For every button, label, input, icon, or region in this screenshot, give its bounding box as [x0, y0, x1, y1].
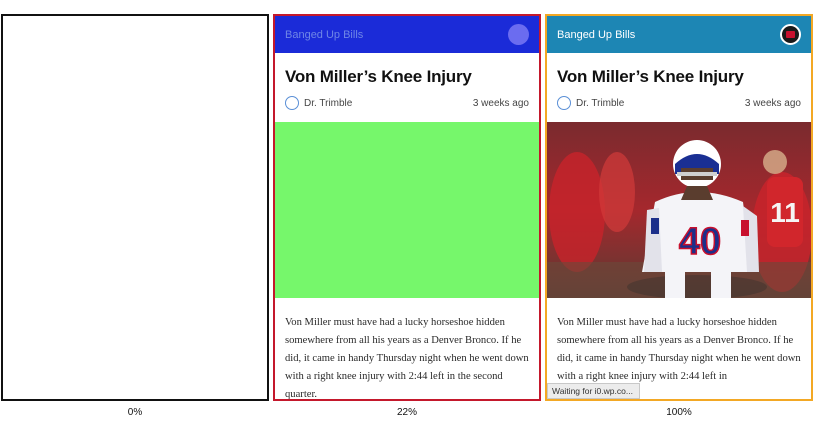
frame-22-percent: Banged Up Bills Von Miller’s Knee Injury…	[273, 14, 541, 401]
frame-0-caption: 0%	[127, 407, 143, 418]
site-name[interactable]: Banged Up Bills	[557, 29, 635, 41]
author-name: Dr. Trimble	[576, 97, 625, 109]
article-headline: Von Miller’s Knee Injury	[285, 67, 472, 86]
site-logo-icon[interactable]	[780, 24, 801, 45]
byline: Dr. Trimble 3 weeks ago	[285, 96, 529, 110]
publish-time: 3 weeks ago	[744, 97, 801, 109]
frame-0-percent	[1, 14, 269, 401]
frame-100-percent: Banged Up Bills Von Miller’s Knee Injury…	[545, 14, 813, 401]
article-body: Von Miller must have had a lucky horsesh…	[285, 317, 529, 400]
app-bar: Banged Up Bills	[275, 16, 539, 53]
frame-100-caption: 100%	[666, 407, 692, 418]
jersey-number: 40	[679, 221, 721, 263]
author[interactable]: Dr. Trimble	[557, 96, 624, 110]
football-player-photo: 11 40	[547, 122, 811, 298]
filmstrip: 0% Banged Up Bills Von Miller’s Knee Inj…	[0, 0, 833, 447]
loading-status-bar: Waiting for i0.wp.co...	[547, 383, 640, 399]
publish-time: 3 weeks ago	[472, 97, 529, 109]
byline: Dr. Trimble 3 weeks ago	[557, 96, 801, 110]
hero-image: 11 40	[547, 122, 811, 298]
svg-text:11: 11	[770, 197, 800, 228]
site-name[interactable]: Banged Up Bills	[285, 29, 363, 41]
frame-22-caption: 22%	[396, 407, 417, 418]
avatar-icon	[285, 96, 299, 110]
article-headline: Von Miller’s Knee Injury	[557, 67, 744, 86]
app-bar: Banged Up Bills	[547, 16, 811, 53]
hero-image-placeholder	[275, 122, 539, 298]
avatar-icon	[557, 96, 571, 110]
author[interactable]: Dr. Trimble	[285, 96, 352, 110]
author-name: Dr. Trimble	[304, 97, 353, 109]
article-body: Von Miller must have had a lucky horsesh…	[557, 317, 801, 382]
site-logo-icon[interactable]	[508, 24, 529, 45]
